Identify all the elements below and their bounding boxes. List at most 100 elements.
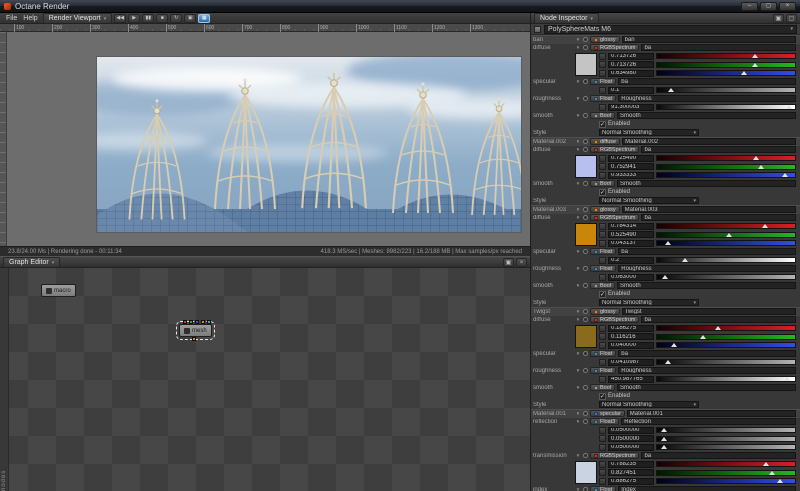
slider-marker[interactable] bbox=[761, 224, 768, 229]
value-field[interactable]: 0.752941 bbox=[608, 163, 654, 171]
collapse-arrow-icon[interactable]: ▼ bbox=[575, 419, 581, 424]
collapse-arrow-icon[interactable]: ▼ bbox=[575, 317, 581, 322]
node-pin-icon[interactable] bbox=[583, 317, 588, 323]
float-panel-icon[interactable]: ▣ bbox=[773, 13, 784, 23]
node-pin-icon[interactable] bbox=[583, 309, 588, 315]
slider-marker[interactable] bbox=[751, 62, 758, 67]
value-stepper[interactable] bbox=[599, 52, 606, 60]
color-swatch[interactable] bbox=[575, 325, 597, 349]
node-type-pill[interactable]: specular bbox=[590, 410, 625, 418]
expand-icon[interactable]: ▢ bbox=[786, 13, 797, 23]
node-type-pill[interactable]: Float bbox=[590, 350, 617, 358]
node-pin-icon[interactable] bbox=[583, 45, 588, 51]
node-name-field[interactable]: ba bbox=[641, 316, 796, 324]
slider-marker[interactable] bbox=[681, 258, 688, 263]
color-swatch[interactable] bbox=[575, 155, 597, 179]
value-field[interactable]: 0.713726 bbox=[608, 52, 654, 60]
slider[interactable] bbox=[656, 478, 796, 485]
node-type-pill[interactable]: Float bbox=[590, 248, 617, 256]
value-stepper[interactable] bbox=[599, 324, 606, 332]
minimize-button[interactable]: – bbox=[741, 1, 758, 11]
style-select[interactable]: Normal Smoothing ▾ bbox=[599, 129, 699, 137]
slider-marker[interactable] bbox=[670, 343, 677, 348]
node-pin-icon[interactable] bbox=[583, 207, 588, 213]
value-stepper[interactable] bbox=[599, 86, 606, 94]
node-type-pill[interactable]: Float bbox=[590, 95, 617, 103]
collapse-arrow-icon[interactable]: ▼ bbox=[575, 79, 581, 84]
value-field[interactable]: 0.713726 bbox=[608, 61, 654, 69]
slider[interactable] bbox=[656, 172, 796, 179]
value-field[interactable]: 450.987765 bbox=[608, 375, 654, 383]
node-type-pill[interactable]: Bool bbox=[590, 384, 616, 392]
slider[interactable] bbox=[656, 274, 796, 281]
node-pin-icon[interactable] bbox=[583, 139, 588, 145]
slider-marker[interactable] bbox=[753, 156, 760, 161]
collapse-arrow-icon[interactable]: ▼ bbox=[575, 215, 581, 220]
collapse-arrow-icon[interactable]: ▼ bbox=[575, 181, 581, 186]
value-field[interactable]: 0.827451 bbox=[608, 469, 654, 477]
node-type-pill[interactable]: Bool bbox=[590, 112, 616, 120]
collapse-arrow-icon[interactable]: ▼ bbox=[575, 385, 581, 390]
value-field[interactable]: 0.1 bbox=[608, 86, 654, 94]
graph-editor-canvas[interactable]: nodes macro mesh bbox=[0, 268, 530, 491]
node-pin[interactable] bbox=[195, 320, 199, 324]
collapse-arrow-icon[interactable]: ▼ bbox=[575, 351, 581, 356]
slider-marker[interactable] bbox=[660, 445, 667, 450]
value-stepper[interactable] bbox=[599, 239, 606, 247]
node-pin-icon[interactable] bbox=[583, 113, 588, 119]
node-name-field[interactable]: ba bbox=[641, 146, 796, 154]
value-field[interactable]: 0.043137 bbox=[608, 239, 654, 247]
graph-node-mesh[interactable]: mesh bbox=[176, 320, 215, 341]
node-type-pill[interactable]: Float bbox=[590, 265, 617, 273]
node-pin-icon[interactable] bbox=[583, 147, 588, 153]
value-field[interactable]: 0.0500000 bbox=[608, 435, 654, 443]
node-name-field[interactable]: Roughness bbox=[618, 95, 796, 103]
node-type-pill[interactable]: RGBSpectrum bbox=[590, 452, 640, 460]
node-name-field[interactable]: Smooth bbox=[617, 180, 796, 188]
value-stepper[interactable] bbox=[599, 443, 606, 451]
prev-frame-icon[interactable]: ◀◀ bbox=[114, 13, 127, 23]
slider[interactable] bbox=[656, 70, 796, 77]
color-swatch[interactable] bbox=[575, 461, 597, 485]
value-field[interactable]: 0.886275 bbox=[608, 477, 654, 485]
value-field[interactable]: 0.933333 bbox=[608, 171, 654, 179]
value-field[interactable]: 0.2 bbox=[608, 256, 654, 264]
material-select[interactable]: PolySphereMats M6 ▾ bbox=[544, 24, 797, 34]
node-name-field[interactable]: Index bbox=[618, 486, 796, 491]
style-select[interactable]: Normal Smoothing ▾ bbox=[599, 401, 699, 409]
collapse-arrow-icon[interactable]: ▼ bbox=[575, 147, 581, 152]
collapse-arrow-icon[interactable]: ▼ bbox=[575, 37, 581, 42]
node-name-field[interactable]: Reflection bbox=[621, 418, 796, 426]
collapse-arrow-icon[interactable]: ▼ bbox=[575, 207, 581, 212]
value-stepper[interactable] bbox=[599, 341, 606, 349]
slider-marker[interactable] bbox=[660, 428, 667, 433]
slider-marker[interactable] bbox=[667, 88, 674, 93]
slider-marker[interactable] bbox=[763, 462, 770, 467]
node-name-field[interactable]: ba bbox=[618, 78, 796, 86]
node-name-field[interactable]: Material.003 bbox=[621, 206, 796, 214]
float-panel-icon[interactable]: ▣ bbox=[503, 257, 514, 267]
value-stepper[interactable] bbox=[599, 61, 606, 69]
collapse-arrow-icon[interactable]: ▼ bbox=[575, 266, 581, 271]
value-stepper[interactable] bbox=[599, 171, 606, 179]
node-pin-icon[interactable] bbox=[583, 453, 588, 459]
node-pin[interactable] bbox=[207, 320, 211, 324]
checkbox[interactable]: ✓ bbox=[599, 290, 606, 298]
slider[interactable] bbox=[656, 61, 796, 68]
stop-icon[interactable]: ■ bbox=[156, 13, 169, 23]
node-type-pill[interactable]: diffuse bbox=[590, 138, 621, 146]
slider-marker[interactable] bbox=[725, 232, 732, 237]
node-name-field[interactable]: ba bbox=[641, 44, 796, 52]
slider[interactable] bbox=[656, 325, 796, 332]
checkbox[interactable]: ✓ bbox=[599, 120, 606, 128]
slider-marker[interactable] bbox=[662, 275, 669, 280]
slider[interactable] bbox=[656, 257, 796, 264]
node-pin[interactable] bbox=[183, 320, 187, 324]
node-pin-icon[interactable] bbox=[583, 215, 588, 221]
value-stepper[interactable] bbox=[599, 333, 606, 341]
node-type-pill[interactable]: glossy bbox=[590, 36, 620, 44]
node-name-field[interactable]: Twigst bbox=[621, 308, 796, 316]
slider[interactable] bbox=[656, 435, 796, 442]
slider[interactable] bbox=[656, 87, 796, 94]
value-field[interactable]: 0.525490 bbox=[608, 231, 654, 239]
